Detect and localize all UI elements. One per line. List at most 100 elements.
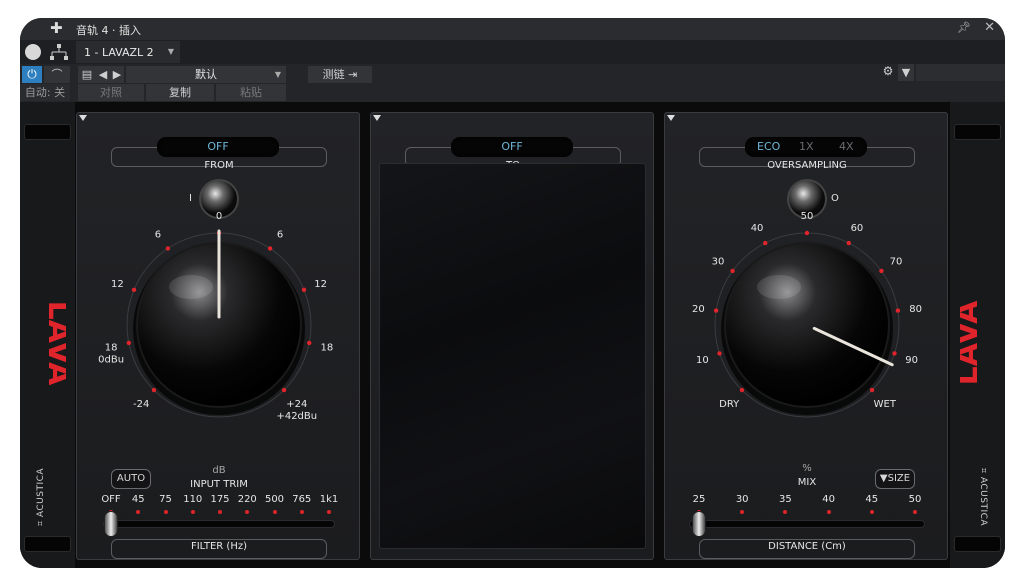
paste-button[interactable]: 粘贴 xyxy=(216,84,286,101)
output-panel: OFF TO xyxy=(370,112,654,560)
filter-slider-thumb[interactable] xyxy=(104,511,118,537)
power-button[interactable]: ⏻ xyxy=(22,66,42,83)
distance-slider-track[interactable] xyxy=(689,520,925,528)
mix-tick-dot xyxy=(763,240,768,246)
mix-tick-dot xyxy=(739,387,745,393)
plugin-window: ✚ 音轨 4 · 插入 📌︎ ✕ 1 - LAVAZL 2 ▼ ⏻ ⌒ 自动: … xyxy=(20,18,1005,568)
add-icon[interactable]: ✚ xyxy=(50,19,63,37)
rack-ear xyxy=(954,124,1001,140)
filter-tick-label: 500 xyxy=(264,494,285,505)
settings-field xyxy=(916,64,1005,81)
trim-tick-dot xyxy=(281,387,287,393)
filter-tick-label: 45 xyxy=(131,494,145,505)
maker-label: ACUSTICA xyxy=(36,467,47,518)
mix-tick-dot xyxy=(869,387,875,393)
trim-tick-label: 12 xyxy=(314,279,327,290)
mix-tick-label: 90 xyxy=(905,355,918,366)
to-display[interactable]: OFF xyxy=(451,137,573,157)
copy-button[interactable]: 复制 xyxy=(146,84,214,101)
mix-tick-label: DRY xyxy=(719,399,740,410)
distance-tick-dot xyxy=(913,510,917,514)
filter-tick-label: 110 xyxy=(183,494,203,505)
distance-tick-dot xyxy=(826,510,831,514)
auto-button[interactable]: 自动: 关 xyxy=(20,84,70,101)
oversampling-4x[interactable]: 4X xyxy=(839,137,854,157)
sidechain-button[interactable]: 测链 ⇥ xyxy=(308,66,372,83)
trim-tick-dot xyxy=(307,340,312,346)
filter-tick-label: 765 xyxy=(292,494,312,505)
filter-tick-label: 75 xyxy=(159,494,172,505)
distance-tick-dot xyxy=(869,510,874,514)
mix-tick-label: 40 xyxy=(751,223,764,234)
mix-knob[interactable]: 50 40 60 30 70 20 80 10 90 DRY WET xyxy=(685,209,929,441)
compare-button[interactable]: 对照 xyxy=(78,84,144,101)
window-title: 音轨 4 · 插入 xyxy=(76,24,141,37)
mix-tick-dot xyxy=(879,268,884,274)
preset-select[interactable]: 默认 ▼ xyxy=(126,66,286,83)
acustica-logo: ⌗ ACUSTICA xyxy=(978,468,988,526)
input-trim-label: INPUT TRIM xyxy=(190,479,248,490)
settings-dropdown-icon[interactable]: ▼ xyxy=(898,64,914,81)
trim-tick-dot xyxy=(165,246,171,251)
acustica-icon: ⌗ xyxy=(978,467,989,477)
channel-icon[interactable] xyxy=(25,44,41,60)
trim-tick-sublabel: +42dBu xyxy=(276,411,317,422)
distance-slider-thumb[interactable] xyxy=(692,511,706,537)
filter-tick-label: OFF xyxy=(101,494,121,505)
oversampling-1x[interactable]: 1X xyxy=(799,137,814,157)
mix-tick-dot xyxy=(892,351,897,356)
filter-slider-track[interactable] xyxy=(103,520,335,528)
plugin-toolbar: ⏻ ⌒ 自动: 关 ▤ ◀ ▶ 默认 ▼ 测链 ⇥ 对照 复制 粘贴 ⚙ ▼ xyxy=(20,64,1005,102)
trim-tick-label: 18 xyxy=(105,342,118,353)
lava-logo: LAVA xyxy=(960,300,985,385)
size-button[interactable]: ▼SIZE xyxy=(875,469,915,489)
rack-right: LAVA ⌗ ACUSTICA xyxy=(950,102,1005,568)
filter-tick-label: 1k1 xyxy=(319,494,339,505)
svg-text:LAVA: LAVA xyxy=(41,301,66,386)
auto-trim-button[interactable]: AUTO xyxy=(111,469,151,489)
from-display[interactable]: OFF xyxy=(157,137,279,157)
trim-tick-label: +24 xyxy=(286,399,307,410)
oversampling-eco[interactable]: ECO xyxy=(757,137,780,157)
sidechain-label: 测链 xyxy=(322,68,345,81)
next-preset-icon[interactable]: ▶ xyxy=(110,66,124,83)
filter-tick-label: 220 xyxy=(237,494,257,505)
mix-tick-label: 80 xyxy=(909,304,922,315)
mix-tick-label: 20 xyxy=(692,304,705,315)
insert-slot-select[interactable]: 1 - LAVAZL 2 ▼ xyxy=(76,41,180,63)
routing-icon[interactable] xyxy=(50,44,68,60)
prev-preset-icon[interactable]: ◀ xyxy=(96,66,110,83)
mix-tick-dot xyxy=(713,308,719,313)
filter-tick-label: 175 xyxy=(210,494,230,505)
mix-label: MIX xyxy=(797,477,817,488)
maker-label: ACUSTICA xyxy=(978,476,989,527)
filter-tick-dot xyxy=(190,510,195,514)
mix-unit-label: % xyxy=(802,463,812,474)
screw-icon xyxy=(79,115,87,121)
mix-tick-dot xyxy=(730,268,735,274)
mix-tick-label: 60 xyxy=(851,223,864,234)
preset-list-icon[interactable]: ▤ xyxy=(78,66,96,83)
close-icon[interactable]: ✕ xyxy=(984,20,995,35)
mix-tick-label: 50 xyxy=(801,211,814,222)
monitor-button[interactable]: ⌒ xyxy=(44,66,70,83)
preset-label: 默认 xyxy=(195,68,217,81)
distance-tick-dot xyxy=(740,510,745,514)
input-trim-knob[interactable]: 06 612 12180dBu18-24 +24+42dBu xyxy=(97,209,341,441)
distance-tick-label: 45 xyxy=(865,494,879,505)
acustica-icon: ⌗ xyxy=(36,517,47,527)
trim-tick-dot xyxy=(126,340,131,346)
gear-icon[interactable]: ⚙ xyxy=(880,64,896,81)
screw-icon xyxy=(373,115,381,121)
pin-icon[interactable]: 📌︎ xyxy=(957,21,971,34)
screw-icon xyxy=(667,115,675,121)
distance-tick-label: 25 xyxy=(692,494,706,505)
mix-knob-body[interactable] xyxy=(724,242,890,408)
svg-text:LAVA: LAVA xyxy=(960,300,985,385)
distance-tick-label: 40 xyxy=(822,494,835,505)
mix-tick-dot xyxy=(717,351,722,356)
mix-tick-dot xyxy=(846,240,851,246)
plugin-body: LAVA ⌗ ACUSTICA LAVA ⌗ ACUSTICA OFF FROM… xyxy=(20,102,1005,568)
trim-tick-label: 0 xyxy=(216,211,222,222)
oversampling-selector[interactable]: ECO 1X 4X xyxy=(745,137,867,157)
